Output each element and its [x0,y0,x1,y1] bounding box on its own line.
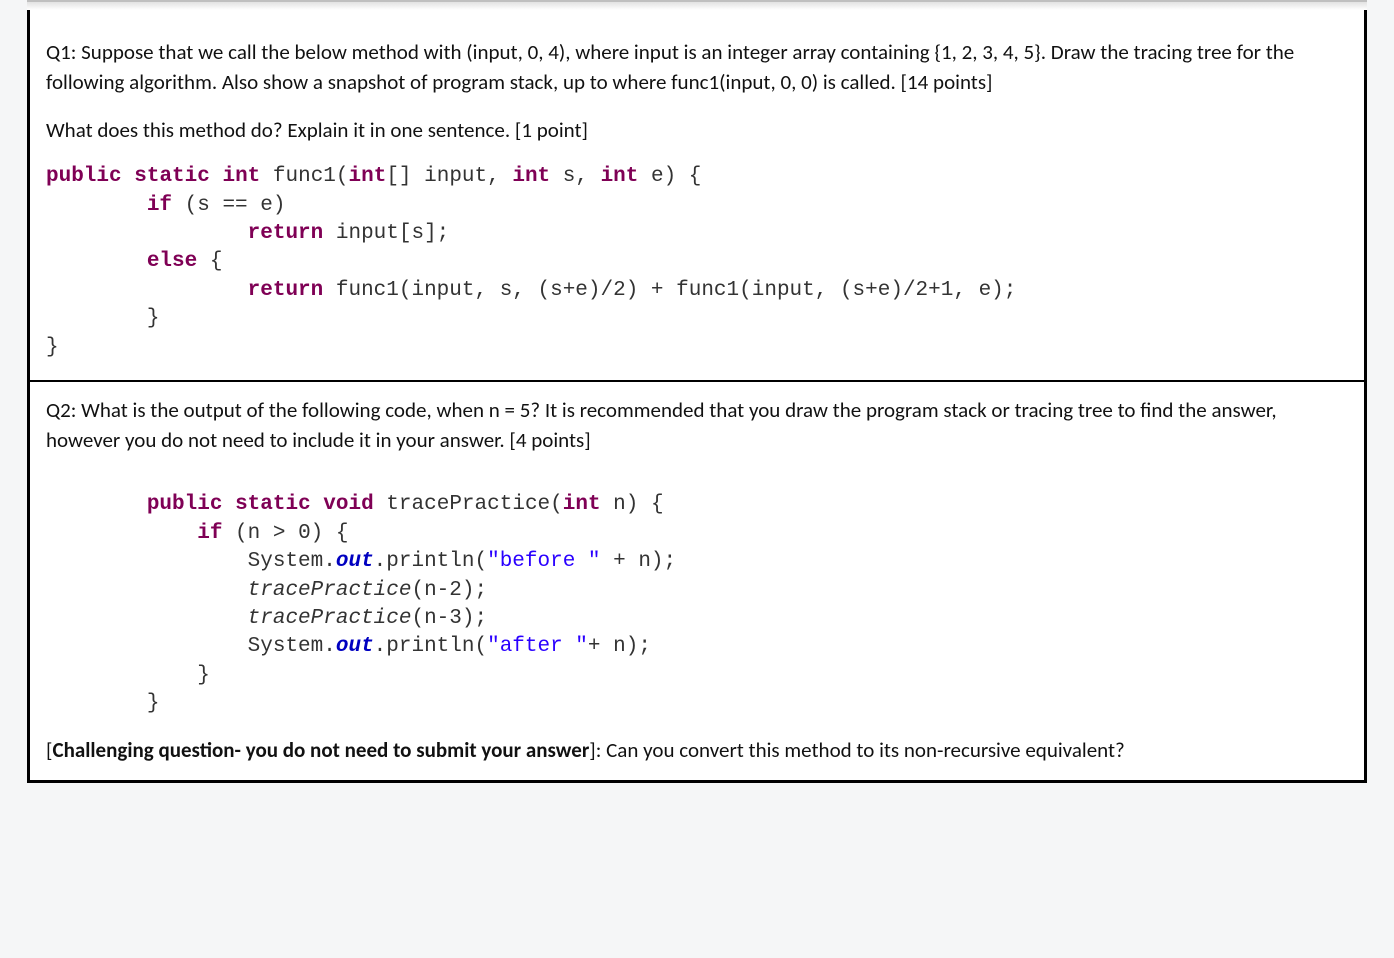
code-text [46,522,197,545]
code-text [46,493,147,516]
code-keyword: int [512,165,550,188]
code-text: } [46,307,159,330]
code-keyword: int [222,165,260,188]
q1-paragraph-2: What does this method do? Explain it in … [46,116,1348,146]
code-text: { [197,250,222,273]
q2-paragraph-1: Q2: What is the output of the following … [46,396,1348,456]
q1-paragraph-1: Q1: Suppose that we call the below metho… [46,38,1348,98]
code-text: n) { [601,493,664,516]
code-keyword: return [248,222,324,245]
code-keyword: if [147,194,172,217]
code-text: + n); [601,550,677,573]
section-divider [30,380,1364,382]
code-keyword: public [46,165,122,188]
code-text: } [46,664,210,687]
code-keyword: static [235,493,311,516]
code-keyword: static [134,165,210,188]
code-text: (s == e) [172,194,285,217]
code-text [210,165,223,188]
code-text [122,165,135,188]
code-text: s, [550,165,600,188]
code-keyword: public [147,493,223,516]
code-string: "after " [487,635,588,658]
code-text [46,607,248,630]
code-text: + n); [588,635,651,658]
challenge-rest: ]: Can you convert this method to its no… [589,737,1125,763]
code-text: .println( [374,550,487,573]
code-text [46,579,248,602]
code-call: tracePractice [248,579,412,602]
code-text [311,493,324,516]
code-text [46,250,147,273]
code-field: out [336,635,374,658]
code-keyword: void [323,493,373,516]
code-text: [] input, [386,165,512,188]
code-text: (n-3); [411,607,487,630]
q2-challenge: [Challenging question- you do not need t… [46,736,1348,766]
code-keyword: int [349,165,387,188]
q1-code-block: public static int func1(int[] input, int… [46,163,1348,361]
page-content: Q1: Suppose that we call the below metho… [30,0,1364,780]
code-text: tracePractice( [374,493,563,516]
code-text: System. [46,635,336,658]
code-text: .println( [374,635,487,658]
code-call: tracePractice [248,607,412,630]
code-text: System. [46,550,336,573]
code-text: input[s]; [323,222,449,245]
code-text: func1( [260,165,348,188]
code-text [46,222,248,245]
challenge-bold: Challenging question- you do not need to… [52,737,589,763]
code-text [222,493,235,516]
document-page: Q1: Suppose that we call the below metho… [27,0,1367,783]
q2-code-block: public static void tracePractice(int n) … [46,491,1348,718]
code-text: } [46,692,159,715]
code-string: "before " [487,550,600,573]
code-text: (n > 0) { [222,522,348,545]
code-text: (n-2); [411,579,487,602]
code-keyword: return [248,279,324,302]
code-text [46,194,147,217]
code-text [46,279,248,302]
code-text: e) { [638,165,701,188]
code-text: } [46,336,59,359]
code-keyword: int [563,493,601,516]
code-keyword: if [197,522,222,545]
code-keyword: else [147,250,197,273]
code-text: func1(input, s, (s+e)/2) + func1(input, … [323,279,1016,302]
code-field: out [336,550,374,573]
code-keyword: int [601,165,639,188]
